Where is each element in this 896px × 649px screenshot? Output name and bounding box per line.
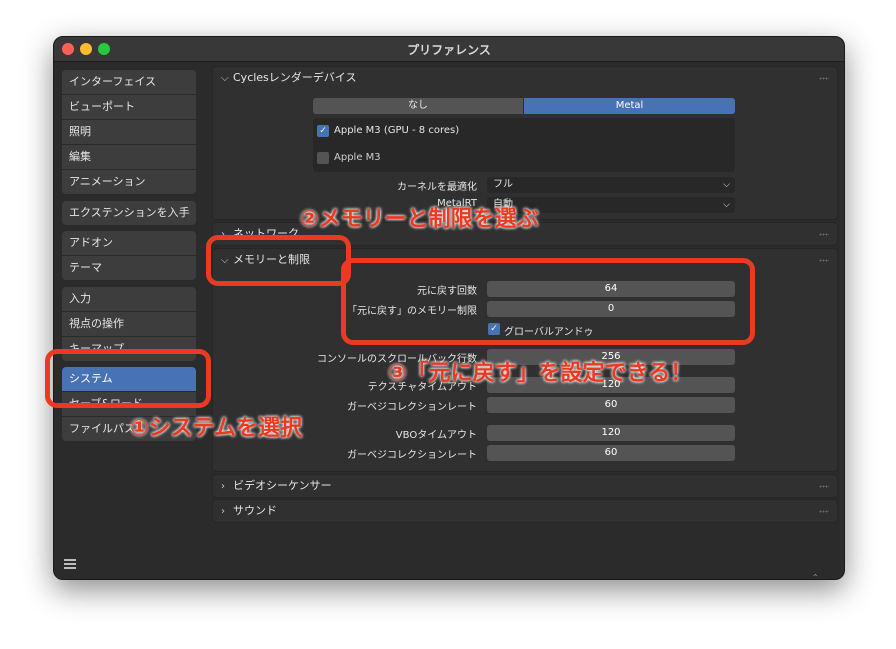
panel-sound: › サウンド (212, 499, 838, 523)
annotation-step2: ②メモリーと制限を選ぶ (300, 207, 539, 232)
chevron-down-icon: ⌵ (723, 200, 730, 210)
drag-handle-icon[interactable] (819, 259, 829, 262)
panel-cycles-devices: ⌵ Cyclesレンダーデバイス なし Metal ✓ Apple M3 (GPU… (212, 66, 838, 220)
tab-none[interactable]: なし (313, 98, 523, 114)
kernel-dropdown[interactable]: フル ⌵ (487, 177, 735, 193)
texture-gc-label: ガーベジコレクションレート (347, 402, 477, 413)
sidebar-item-navigation[interactable]: 視点の操作 (62, 312, 196, 337)
sidebar-item-input[interactable]: 入力 (62, 287, 196, 312)
sidebar-item-interface[interactable]: インターフェイス (62, 70, 196, 95)
device-list: ✓ Apple M3 (GPU - 8 cores) Apple M3 (313, 118, 735, 172)
sidebar-item-lights[interactable]: 照明 (62, 120, 196, 145)
drag-handle-icon[interactable] (819, 485, 829, 488)
device-checkbox-gpu[interactable]: ✓ (317, 125, 329, 137)
panel-title-cycles: Cyclesレンダーデバイス (233, 71, 357, 84)
texture-gc-field[interactable]: 60 (487, 397, 735, 413)
chevron-right-icon: › (221, 506, 225, 517)
annotation-box-memory (206, 235, 351, 286)
kernel-label: カーネルを最適化 (397, 182, 477, 193)
drag-handle-icon[interactable] (819, 77, 829, 80)
title-bar: プリファレンス (54, 37, 844, 62)
sidebar-item-addons[interactable]: アドオン (62, 231, 196, 256)
panel-header-cycles[interactable]: ⌵ Cyclesレンダーデバイス (213, 67, 837, 89)
chevron-down-icon: ⌵ (723, 180, 730, 190)
kernel-value: フル (493, 179, 513, 190)
annotation-step3: ③「元に戻す」を設定できる！ (388, 361, 693, 386)
sidebar: インターフェイス ビューポート 照明 編集 アニメーション エクステンションを入… (54, 62, 206, 579)
window-title: プリファレンス (407, 43, 491, 57)
sidebar-item-animation[interactable]: アニメーション (62, 170, 196, 194)
sidebar-item-themes[interactable]: テーマ (62, 256, 196, 280)
panel-header-sound[interactable]: › サウンド (213, 500, 837, 522)
sidebar-group-addons: アドオン テーマ (62, 231, 196, 280)
sidebar-item-get-extensions[interactable]: エクステンションを入手 (62, 201, 196, 225)
annotation-box-undo (341, 258, 755, 345)
panel-title-sound: サウンド (233, 504, 277, 517)
vbo-gc-label: ガーベジコレクションレート (347, 450, 477, 461)
panel-header-video[interactable]: › ビデオシーケンサー (213, 475, 837, 497)
chevron-right-icon: › (221, 481, 225, 492)
sidebar-item-editing[interactable]: 編集 (62, 145, 196, 170)
vbo-timeout-field[interactable]: 120 (487, 425, 735, 441)
drag-handle-icon[interactable] (819, 510, 829, 513)
device-label-cpu: Apple M3 (334, 152, 381, 163)
vbo-gc-field[interactable]: 60 (487, 445, 735, 461)
panel-video-sequencer: › ビデオシーケンサー (212, 474, 838, 498)
drag-handle-icon[interactable] (819, 233, 829, 236)
chevron-down-icon: ⌵ (221, 73, 229, 84)
menu-icon[interactable] (64, 559, 76, 569)
sidebar-group-extensions: エクステンションを入手 (62, 201, 196, 225)
device-label-gpu: Apple M3 (GPU - 8 cores) (334, 125, 460, 136)
device-checkbox-cpu[interactable] (317, 152, 329, 164)
tab-metal[interactable]: Metal (524, 98, 735, 114)
resize-handle-icon[interactable]: ⌃ (812, 573, 824, 579)
vbo-timeout-label: VBOタイムアウト (395, 430, 477, 441)
annotation-step1: ①システムを選択 (130, 416, 302, 441)
sidebar-item-viewport[interactable]: ビューポート (62, 95, 196, 120)
sidebar-group-interface: インターフェイス ビューポート 照明 編集 アニメーション (62, 70, 196, 194)
annotation-box-system (45, 349, 211, 408)
panel-title-video: ビデオシーケンサー (233, 479, 332, 492)
